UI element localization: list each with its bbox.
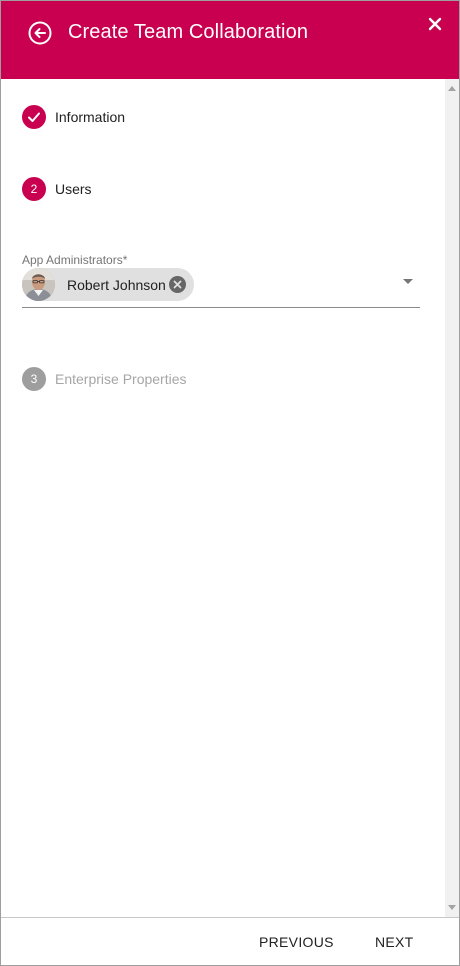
person-photo-icon — [22, 268, 55, 301]
close-button[interactable] — [426, 15, 444, 33]
step-users[interactable]: 2 Users — [22, 177, 92, 201]
dialog-header: Create Team Collaboration — [1, 1, 459, 79]
step-label: Users — [55, 181, 92, 197]
vertical-scrollbar[interactable] — [445, 79, 459, 917]
step-number: 2 — [22, 177, 46, 201]
chip-user-name: Robert Johnson — [67, 276, 166, 293]
field-underline — [22, 307, 420, 308]
step-enterprise-properties: 3 Enterprise Properties — [22, 367, 187, 391]
remove-chip-button[interactable] — [169, 276, 186, 293]
create-team-collaboration-dialog: Create Team Collaboration Information 2 … — [0, 0, 460, 966]
dialog-footer: PREVIOUS NEXT — [1, 917, 459, 965]
step-information[interactable]: Information — [22, 105, 125, 129]
back-button[interactable] — [27, 20, 53, 46]
checkmark-icon — [28, 112, 40, 122]
scroll-up-arrow-icon[interactable] — [448, 86, 456, 91]
cancel-icon — [173, 280, 182, 289]
previous-button[interactable]: PREVIOUS — [259, 918, 334, 965]
step-label: Information — [55, 109, 126, 125]
step-completed-marker — [22, 105, 46, 129]
app-administrators-label: App Administrators* — [22, 253, 128, 267]
scroll-down-arrow-icon[interactable] — [448, 905, 456, 910]
next-button[interactable]: NEXT — [375, 918, 414, 965]
step-number: 3 — [22, 367, 46, 391]
user-chip[interactable]: Robert Johnson — [22, 268, 194, 301]
arrow-back-circle-icon — [28, 21, 52, 45]
avatar — [22, 268, 55, 301]
dialog-body: Information 2 Users App Administrators* — [1, 79, 459, 917]
dropdown-arrow-icon[interactable] — [403, 279, 413, 284]
step-label: Enterprise Properties — [55, 371, 187, 387]
close-icon — [428, 17, 442, 31]
dialog-title: Create Team Collaboration — [68, 21, 309, 43]
